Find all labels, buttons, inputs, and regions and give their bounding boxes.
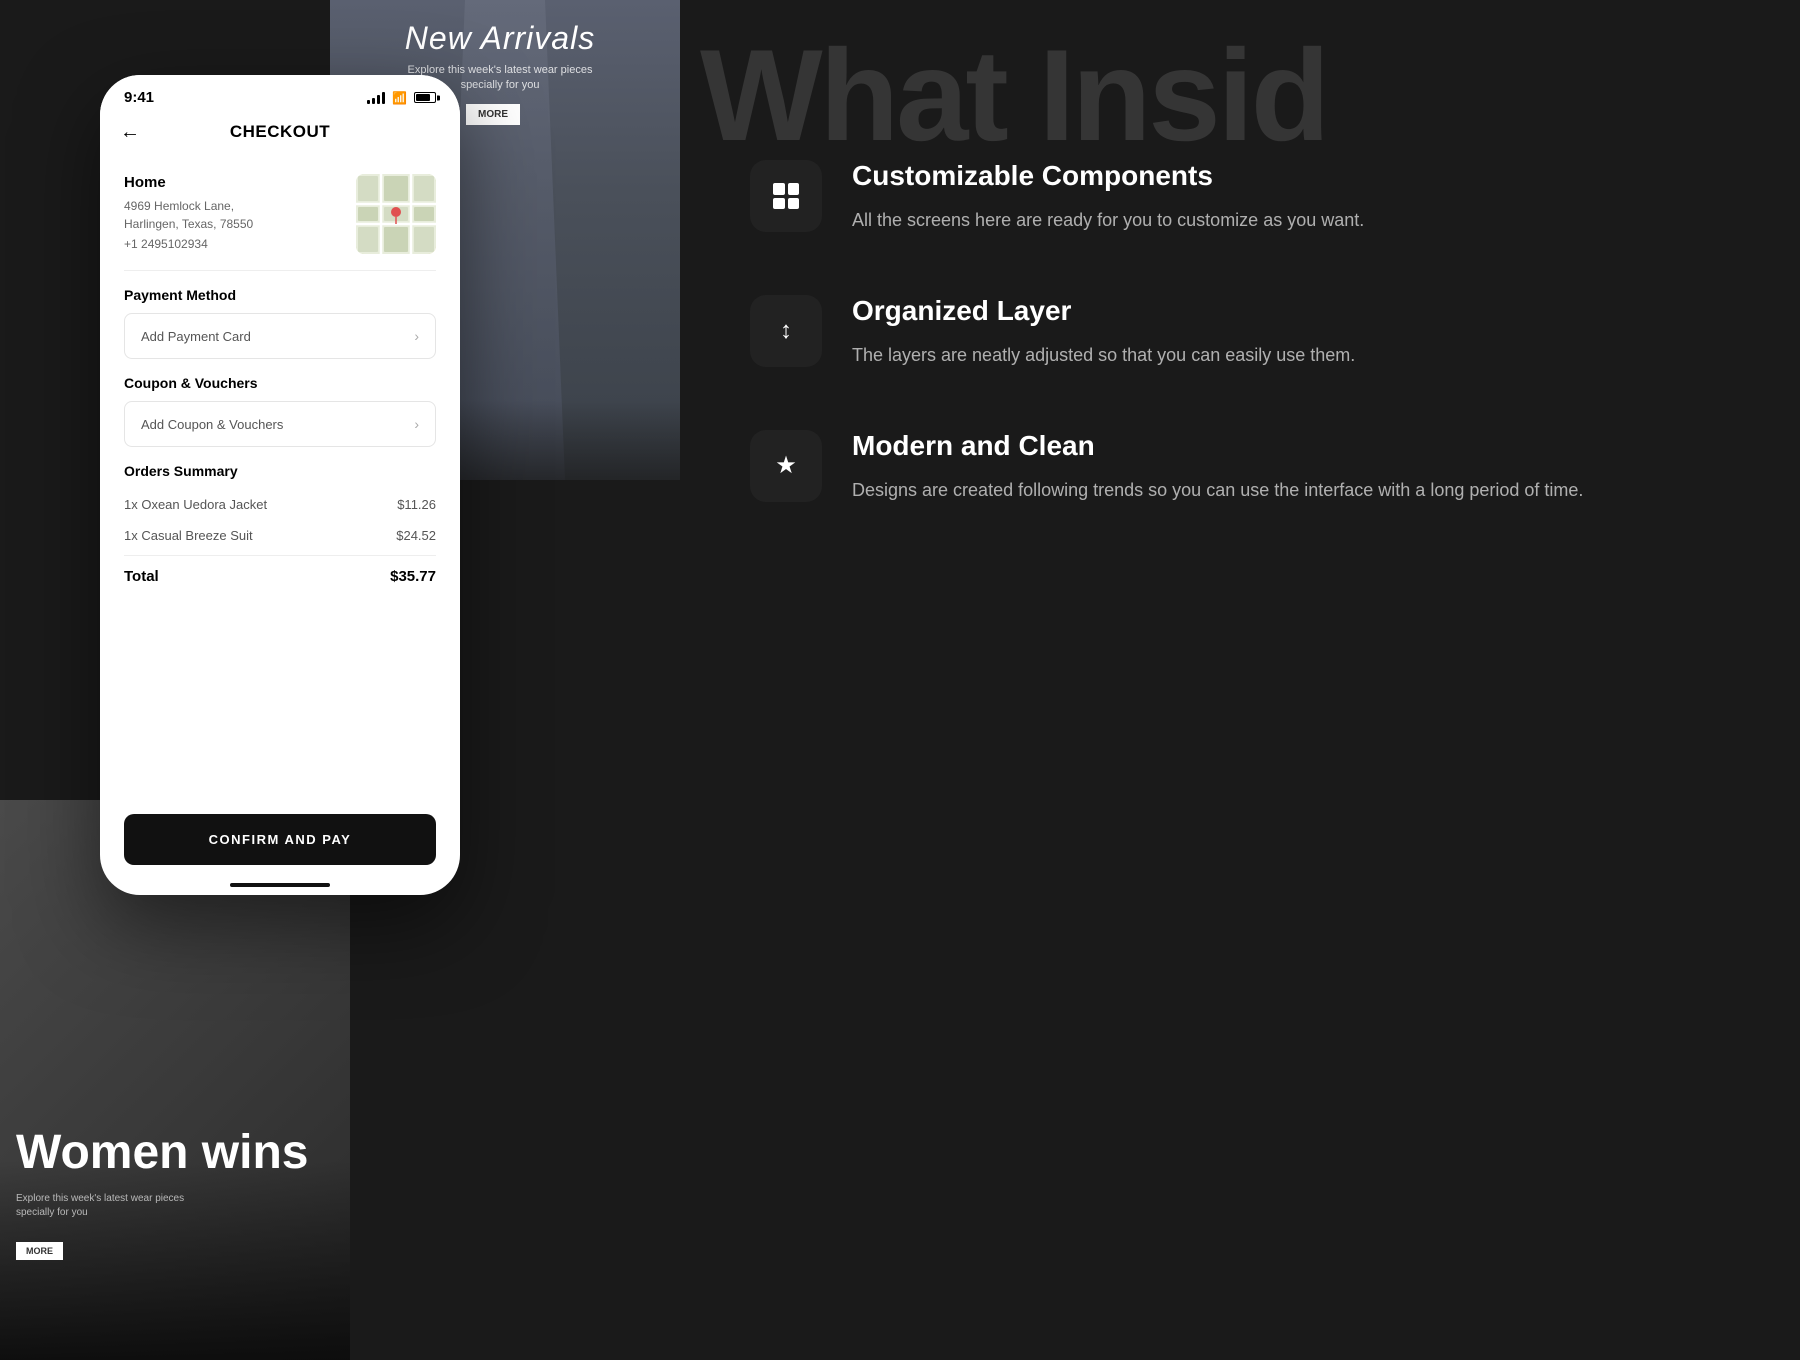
checkout-content: Home 4969 Hemlock Lane, Harlingen, Texas… [100, 158, 460, 848]
status-bar: 9:41 📶 [100, 75, 460, 114]
more-button-top[interactable]: MORE [466, 104, 520, 125]
order-item-2-name: 1x Casual Breeze Suit [124, 528, 253, 543]
feature-title-3: Modern and Clean [852, 430, 1720, 462]
feature-desc-2: The layers are neatly adjusted so that y… [852, 341, 1720, 370]
coupon-chevron-icon: › [414, 416, 419, 432]
back-button[interactable]: ← [120, 121, 140, 144]
grid-icon [773, 183, 799, 209]
feature-item-customizable: Customizable Components All the screens … [750, 160, 1720, 235]
address-line1: 4969 Hemlock Lane, [124, 197, 356, 215]
total-row: Total $35.77 [124, 555, 436, 593]
map-thumbnail [356, 174, 436, 254]
order-item-2-price: $24.52 [396, 528, 436, 543]
coupon-section-label: Coupon & Vouchers [124, 375, 436, 391]
checkout-header: ← CHECKOUT [100, 114, 460, 158]
feature-desc-1: All the screens here are ready for you t… [852, 206, 1720, 235]
address-label: Home [124, 174, 356, 191]
women-wins-title: Women wins [16, 1127, 308, 1180]
layers-icon: ↕ [780, 317, 792, 345]
confirm-pay-button[interactable]: CONFIRM AND PAY [124, 814, 436, 865]
star-icon: ★ [775, 451, 797, 480]
add-coupon-label: Add Coupon & Vouchers [141, 417, 283, 432]
organized-icon-box: ↕ [750, 295, 822, 367]
customizable-icon-box [750, 160, 822, 232]
features-panel: Customizable Components All the screens … [670, 160, 1800, 504]
women-subtitle: Explore this week's latest wear pieces s… [16, 1192, 196, 1220]
status-icons: 📶 [367, 91, 436, 105]
feature-desc-3: Designs are created following trends so … [852, 476, 1720, 505]
add-payment-card-row[interactable]: Add Payment Card › [124, 313, 436, 359]
signal-bars-icon [367, 92, 385, 104]
order-item-2: 1x Casual Breeze Suit $24.52 [124, 520, 436, 551]
address-line2: Harlingen, Texas, 78550 [124, 215, 356, 233]
status-time: 9:41 [124, 89, 154, 106]
modern-icon-box: ★ [750, 430, 822, 502]
feature-title-2: Organized Layer [852, 295, 1720, 327]
add-payment-label: Add Payment Card [141, 329, 251, 344]
address-section: Home 4969 Hemlock Lane, Harlingen, Texas… [124, 158, 436, 271]
payment-chevron-icon: › [414, 328, 419, 344]
order-item-1-name: 1x Oxean Uedora Jacket [124, 497, 267, 512]
wifi-icon: 📶 [392, 91, 407, 105]
more-button-bottom[interactable]: MORE [16, 1242, 63, 1260]
add-coupon-row[interactable]: Add Coupon & Vouchers › [124, 401, 436, 447]
women-wins-section: Women wins [16, 1127, 308, 1180]
orders-section-label: Orders Summary [124, 463, 436, 479]
feature-item-modern: ★ Modern and Clean Designs are created f… [750, 430, 1720, 505]
what-inside-text: What Insid [700, 20, 1800, 170]
phone-frame: 9:41 📶 ← CHECKOUT Home 4969 [100, 75, 460, 895]
feature-title-1: Customizable Components [852, 160, 1720, 192]
payment-section-label: Payment Method [124, 287, 436, 303]
order-item-1-price: $11.26 [397, 497, 436, 512]
order-item-1: 1x Oxean Uedora Jacket $11.26 [124, 489, 436, 520]
checkout-title: CHECKOUT [230, 122, 330, 142]
address-phone: +1 2495102934 [124, 237, 356, 251]
new-arrivals-title: New Arrivals [330, 20, 670, 57]
battery-icon [414, 92, 436, 103]
total-amount: $35.77 [390, 568, 436, 585]
total-label: Total [124, 568, 159, 585]
feature-item-organized: ↕ Organized Layer The layers are neatly … [750, 295, 1720, 370]
home-indicator [230, 883, 330, 887]
